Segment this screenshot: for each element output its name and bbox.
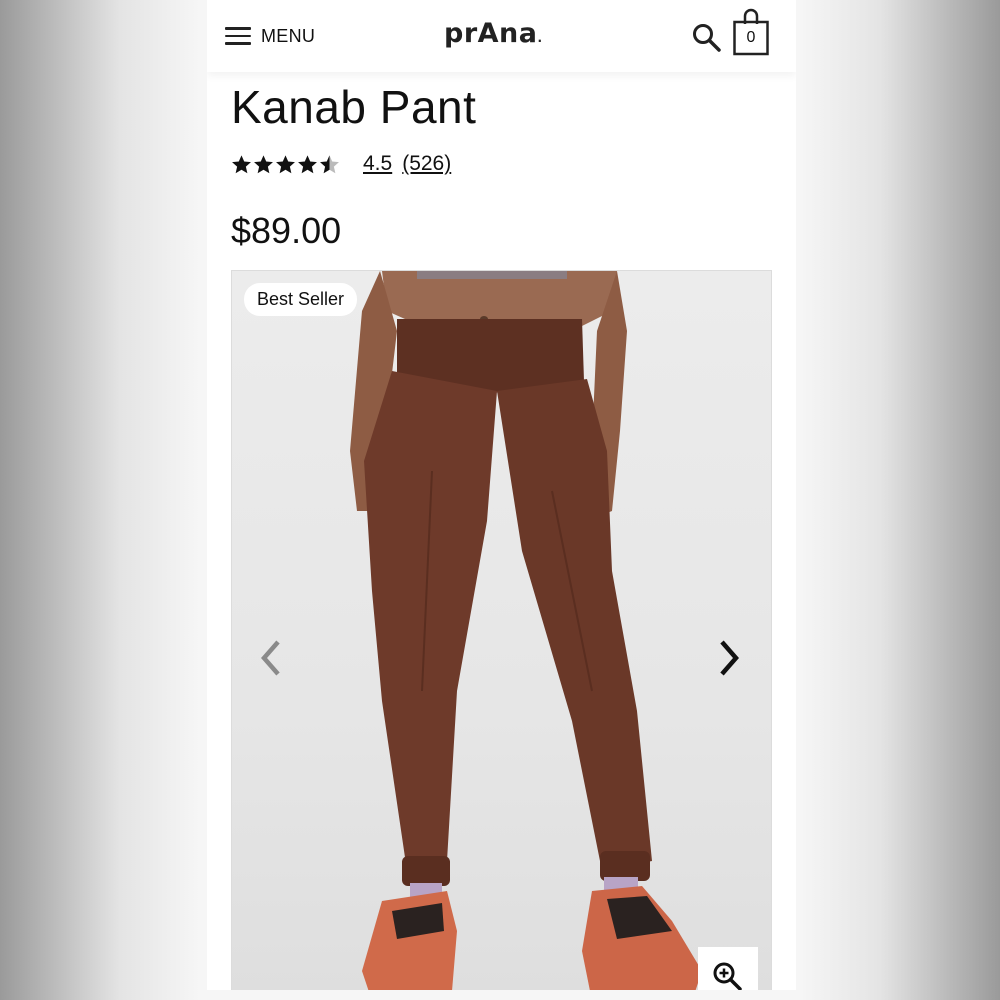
chevron-right-icon — [720, 640, 739, 676]
search-button[interactable] — [691, 22, 723, 54]
search-icon — [693, 24, 721, 52]
star-rating — [231, 154, 341, 175]
rating-value-link[interactable]: 4.5 — [363, 152, 392, 176]
star-icon — [298, 154, 317, 173]
prana-logo[interactable]: prAna. — [444, 18, 543, 49]
logo-text: prAna — [444, 18, 538, 49]
previous-image-button[interactable] — [254, 636, 288, 680]
menu-label: MENU — [261, 25, 316, 46]
site-header: MENU prAna. 0 — [207, 0, 796, 72]
hamburger-icon — [225, 27, 251, 45]
product-price: $89.00 — [231, 210, 342, 251]
cart-count: 0 — [746, 29, 756, 46]
product-image-gallery[interactable]: Best Seller — [231, 270, 772, 990]
product-photo-pants — [350, 271, 702, 990]
next-image-button[interactable] — [712, 636, 746, 680]
logo-dot: . — [537, 31, 543, 45]
star-icon — [232, 154, 251, 173]
star-icon — [254, 154, 273, 173]
menu-button[interactable]: MENU — [225, 24, 315, 48]
zoom-button[interactable] — [698, 947, 758, 990]
star-half-icon — [320, 154, 339, 173]
cart-button[interactable]: 0 — [733, 6, 773, 56]
chevron-left-icon — [261, 640, 280, 676]
star-icon — [276, 154, 295, 173]
review-count-link[interactable]: (526) — [402, 152, 451, 176]
product-rating: 4.5 (526) — [231, 150, 451, 178]
product-title: Kanab Pant — [231, 81, 477, 133]
mobile-page: MENU prAna. 0 Kanab Pant 4.5 (526) $89.0… — [207, 0, 796, 990]
best-seller-badge: Best Seller — [244, 283, 358, 316]
zoom-in-icon — [713, 962, 742, 990]
